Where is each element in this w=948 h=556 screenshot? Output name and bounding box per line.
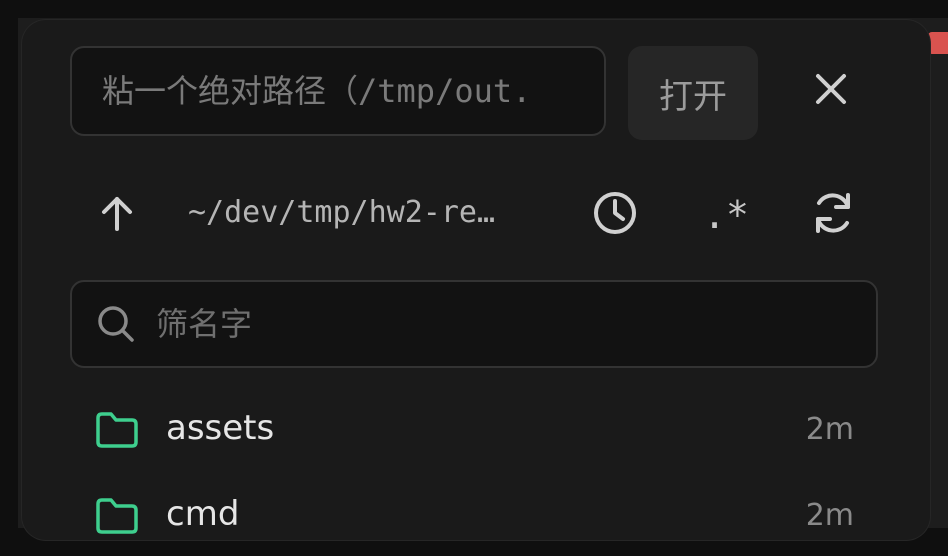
file-name: cmd xyxy=(166,494,240,534)
close-button[interactable] xyxy=(802,60,860,118)
file-picker-dialog: 打开 ~/dev/tmp/hw2-re… .* xyxy=(22,20,930,540)
list-item[interactable]: cmd 2m xyxy=(70,476,878,556)
absolute-path-input[interactable] xyxy=(70,46,606,136)
refresh-button[interactable] xyxy=(806,186,860,240)
clock-icon xyxy=(594,192,636,234)
open-button[interactable]: 打开 xyxy=(628,46,758,140)
folder-icon xyxy=(96,498,138,534)
background-window-edge xyxy=(928,32,948,54)
search-icon xyxy=(98,306,134,342)
modified-age: 2m xyxy=(805,412,854,447)
list-item[interactable]: assets 2m xyxy=(70,390,878,470)
refresh-icon xyxy=(816,193,850,233)
name-filter[interactable] xyxy=(70,280,878,368)
arrow-up-icon xyxy=(102,197,132,231)
show-hidden-toggle[interactable]: .* xyxy=(698,188,754,242)
recent-locations-button[interactable] xyxy=(588,186,642,240)
file-name: assets xyxy=(166,408,275,448)
close-icon xyxy=(816,74,846,104)
filter-input[interactable] xyxy=(156,282,856,366)
current-directory-path: ~/dev/tmp/hw2-re… xyxy=(188,195,496,230)
parent-directory-button[interactable] xyxy=(92,186,142,240)
folder-icon xyxy=(96,412,138,448)
